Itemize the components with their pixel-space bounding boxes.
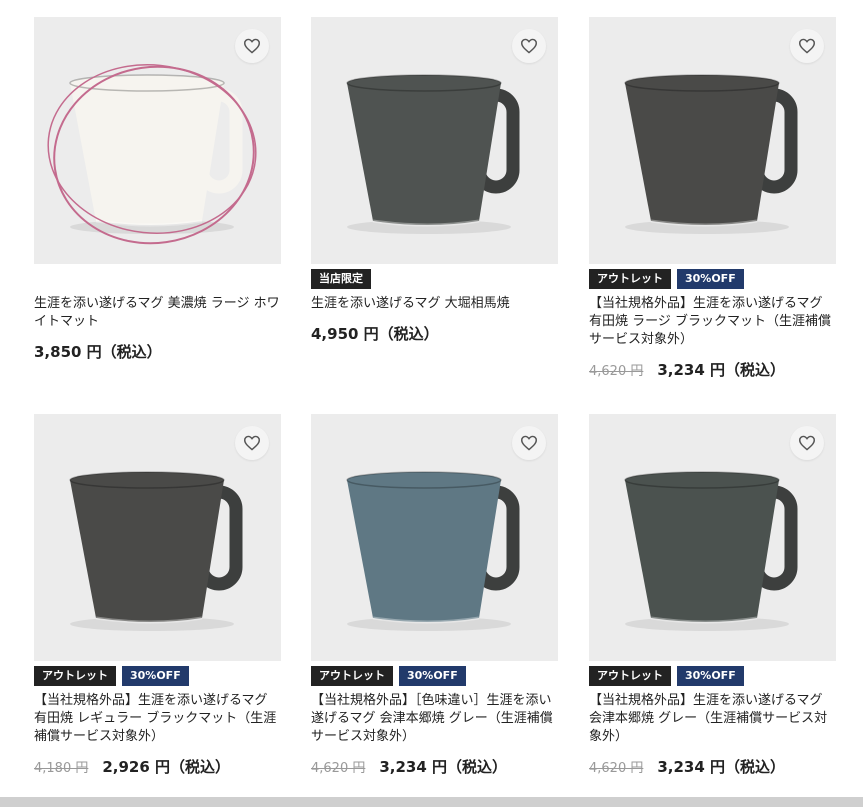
original-price: 4,620 円 [589, 364, 644, 379]
favorite-button[interactable] [790, 426, 824, 460]
favorite-button[interactable] [512, 426, 546, 460]
sale-price: 4,950 円（税込） [311, 325, 439, 343]
product-name[interactable]: 【当社規格外品】生涯を添い遂げるマグ 有田焼 ラージ ブラックマット（生涯補償サ… [589, 295, 836, 349]
label-badge: アウトレット [589, 269, 671, 289]
favorite-button[interactable] [512, 29, 546, 63]
tag-list: 当店限定 [311, 269, 558, 289]
sale-price: 3,234 円（税込） [379, 758, 508, 776]
tag-list: アウトレット 30%OFF [589, 269, 836, 289]
favorite-button[interactable] [235, 29, 269, 63]
heart-icon [798, 435, 816, 451]
discount-badge: 30%OFF [122, 666, 189, 686]
sale-price: 3,234 円（税込） [657, 361, 786, 379]
product-name[interactable]: 【当社規格外品】生涯を添い遂げるマグ 会津本郷焼 グレー（生涯補償サービス対象外… [589, 692, 836, 746]
heart-icon [520, 38, 538, 54]
product-image[interactable] [34, 17, 281, 264]
price-row: 4,950 円（税込） [311, 323, 558, 344]
product-image[interactable] [589, 17, 836, 264]
heart-icon [243, 435, 261, 451]
product-card[interactable]: 当店限定生涯を添い遂げるマグ 大堀相馬焼 4,950 円（税込） [311, 17, 558, 344]
product-image[interactable] [311, 414, 558, 661]
original-price: 4,620 円 [589, 761, 644, 776]
product-card[interactable]: 生涯を添い遂げるマグ 美濃焼 ラージ ホワイトマット 3,850 円（税込） [34, 17, 281, 362]
label-badge: アウトレット [34, 666, 116, 686]
price-row: 4,620 円 3,234 円（税込） [311, 756, 558, 777]
discount-badge: 30%OFF [677, 269, 744, 289]
sale-price: 3,850 円（税込） [34, 343, 162, 361]
heart-icon [243, 38, 261, 54]
label-badge: アウトレット [311, 666, 393, 686]
price-row: 4,620 円 3,234 円（税込） [589, 359, 836, 380]
tag-list: アウトレット 30%OFF [311, 666, 558, 686]
tag-list: アウトレット 30%OFF [34, 666, 281, 686]
product-image[interactable] [34, 414, 281, 661]
price-row: 4,180 円 2,926 円（税込） [34, 756, 281, 777]
product-name[interactable]: 【当社規格外品】［色味違い］生涯を添い遂げるマグ 会津本郷焼 グレー（生涯補償サ… [311, 692, 558, 746]
heart-icon [520, 435, 538, 451]
original-price: 4,180 円 [34, 761, 89, 776]
product-image[interactable] [311, 17, 558, 264]
product-card[interactable]: アウトレット 30%OFF 【当社規格外品】生涯を添い遂げるマグ 有田焼 レギュラー… [34, 414, 281, 777]
tag-list: アウトレット 30%OFF [589, 666, 836, 686]
tag-list [34, 269, 281, 289]
price-row: 4,620 円 3,234 円（税込） [589, 756, 836, 777]
footer-bar [0, 797, 863, 807]
favorite-button[interactable] [790, 29, 824, 63]
product-name[interactable]: 【当社規格外品】生涯を添い遂げるマグ 有田焼 レギュラー ブラックマット（生涯補… [34, 692, 281, 746]
favorite-button[interactable] [235, 426, 269, 460]
discount-badge: 30%OFF [399, 666, 466, 686]
product-card[interactable]: アウトレット 30%OFF 【当社規格外品】［色味違い］生涯を添い遂げるマグ 会津本… [311, 414, 558, 777]
label-badge: 当店限定 [311, 269, 371, 289]
product-card[interactable]: アウトレット 30%OFF 【当社規格外品】生涯を添い遂げるマグ 有田焼 ラージ ブ… [589, 17, 836, 380]
sale-price: 2,926 円（税込） [102, 758, 231, 776]
label-badge: アウトレット [589, 666, 671, 686]
heart-icon [798, 38, 816, 54]
discount-badge: 30%OFF [677, 666, 744, 686]
product-card[interactable]: アウトレット 30%OFF 【当社規格外品】生涯を添い遂げるマグ 会津本郷焼 グレー… [589, 414, 836, 777]
sale-price: 3,234 円（税込） [657, 758, 786, 776]
product-image[interactable] [589, 414, 836, 661]
price-row: 3,850 円（税込） [34, 341, 281, 362]
product-name[interactable]: 生涯を添い遂げるマグ 美濃焼 ラージ ホワイトマット [34, 295, 281, 331]
original-price: 4,620 円 [311, 761, 366, 776]
product-name[interactable]: 生涯を添い遂げるマグ 大堀相馬焼 [311, 295, 558, 313]
